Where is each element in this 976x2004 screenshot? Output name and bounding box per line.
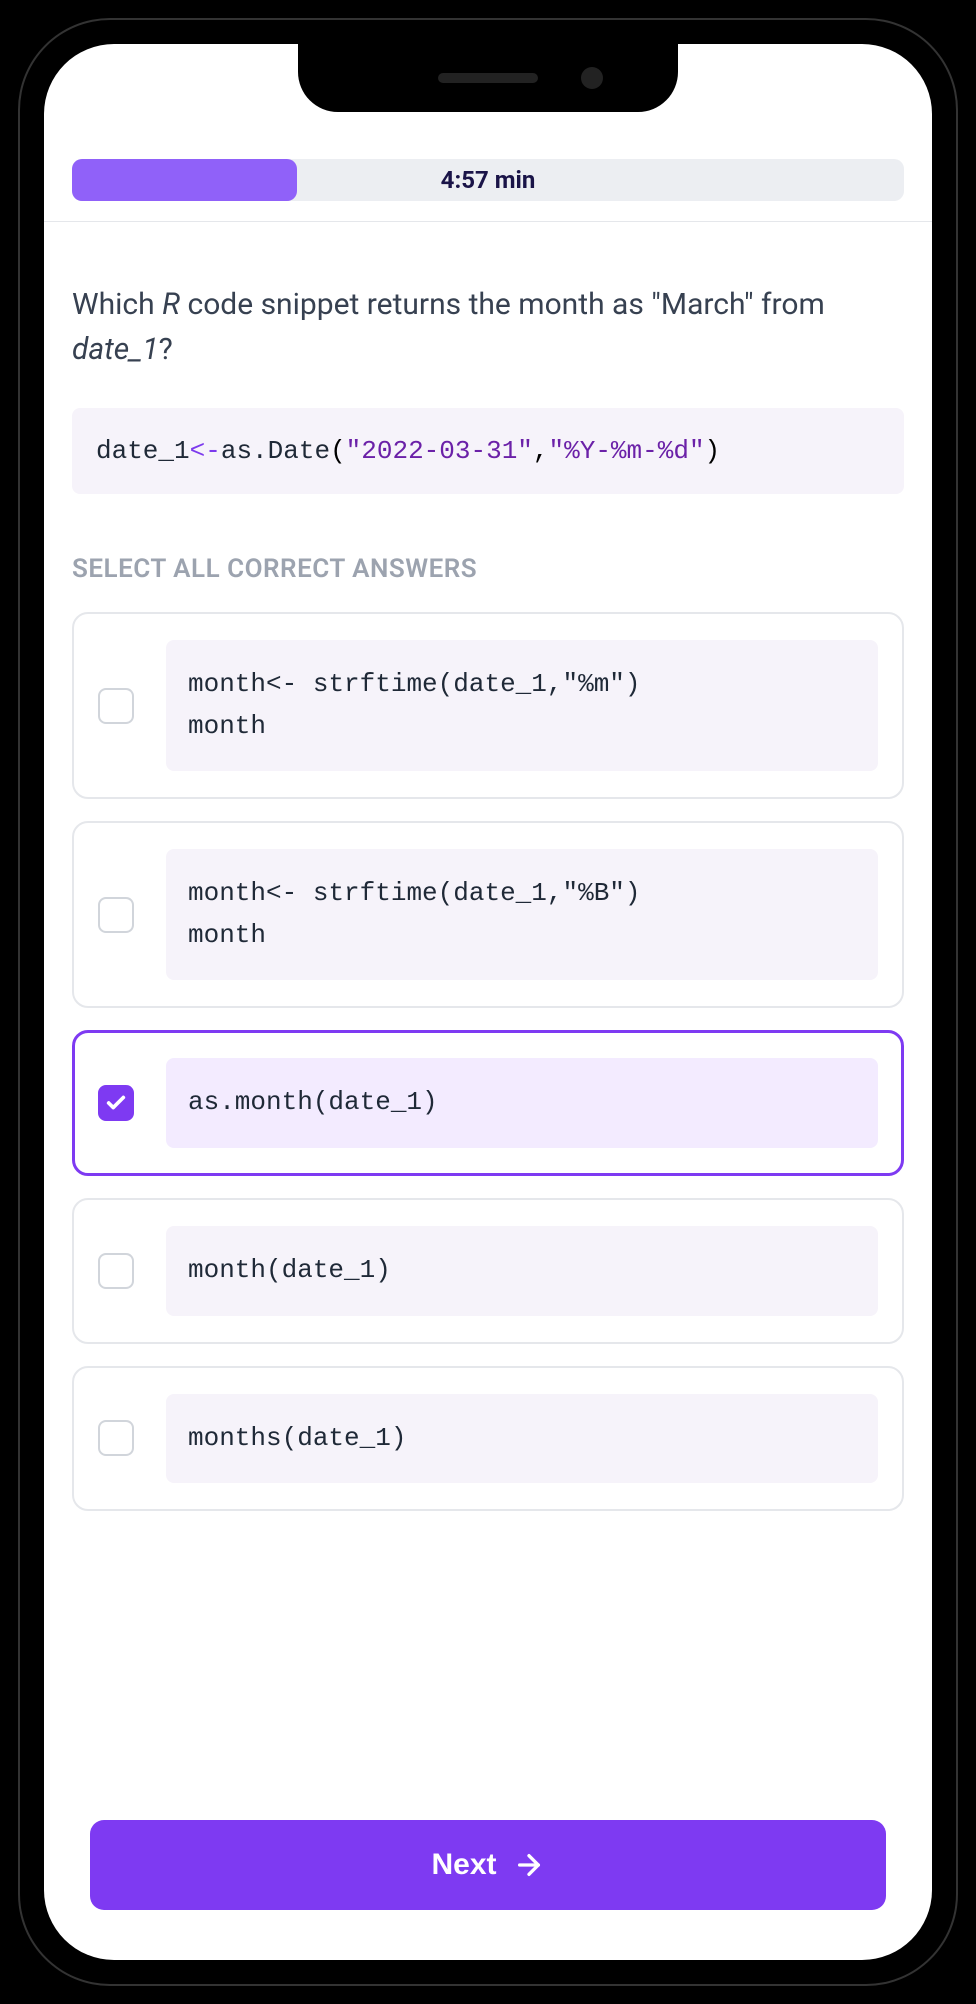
code-var: date_1 [96,436,190,466]
code-comma: , [533,436,549,466]
question-text: Which R code snippet returns the month a… [72,282,904,372]
answer-option-1[interactable]: month<- strftime(date_1,"%B") month [72,821,904,1008]
answer-checkbox[interactable] [98,1420,134,1456]
question-mid: code snippet returns the month as "March… [180,287,825,322]
answer-checkbox[interactable] [98,1085,134,1121]
progress-fill [72,159,297,201]
phone-notch [298,44,678,112]
arrow-right-icon [513,1849,545,1881]
question-var: date_1 [72,332,159,367]
next-button[interactable]: Next [90,1820,886,1910]
speaker-icon [438,73,538,83]
answer-option-0[interactable]: month<- strftime(date_1,"%m") month [72,612,904,799]
code-op: <- [190,436,221,466]
content-area: 4:57 min Which R code snippet returns th… [44,44,932,1960]
next-button-label: Next [431,1848,496,1882]
answer-option-3[interactable]: month(date_1) [72,1198,904,1344]
answer-option-2[interactable]: as.month(date_1) [72,1030,904,1176]
divider [44,221,932,222]
question-prefix: Which [72,287,162,322]
answer-code: month<- strftime(date_1,"%B") month [166,849,878,980]
answer-checkbox[interactable] [98,1253,134,1289]
answer-option-4[interactable]: months(date_1) [72,1366,904,1512]
answer-code: month<- strftime(date_1,"%m") month [166,640,878,771]
code-arg1: "2022-03-31" [346,436,533,466]
answer-code: as.month(date_1) [166,1058,878,1148]
code-arg2: "%Y-%m-%d" [549,436,705,466]
question-suffix: ? [159,332,173,367]
answer-code: month(date_1) [166,1226,878,1316]
timer-text: 4:57 min [441,166,536,194]
answer-checkbox[interactable] [98,897,134,933]
answers-list: month<- strftime(date_1,"%m") month month… [72,612,904,1810]
camera-icon [581,67,603,89]
phone-frame: 4:57 min Which R code snippet returns th… [20,20,956,1984]
progress-bar: 4:57 min [72,159,904,201]
code-fn: as.Date [221,436,330,466]
phone-screen: 4:57 min Which R code snippet returns th… [44,44,932,1960]
question-lang: R [162,287,180,322]
instruction-label: SELECT ALL CORRECT ANSWERS [72,554,904,584]
answer-checkbox[interactable] [98,688,134,724]
check-icon [105,1092,127,1114]
code-sample: date_1<-as.Date("2022-03-31","%Y-%m-%d") [72,408,904,494]
answer-code: months(date_1) [166,1394,878,1484]
